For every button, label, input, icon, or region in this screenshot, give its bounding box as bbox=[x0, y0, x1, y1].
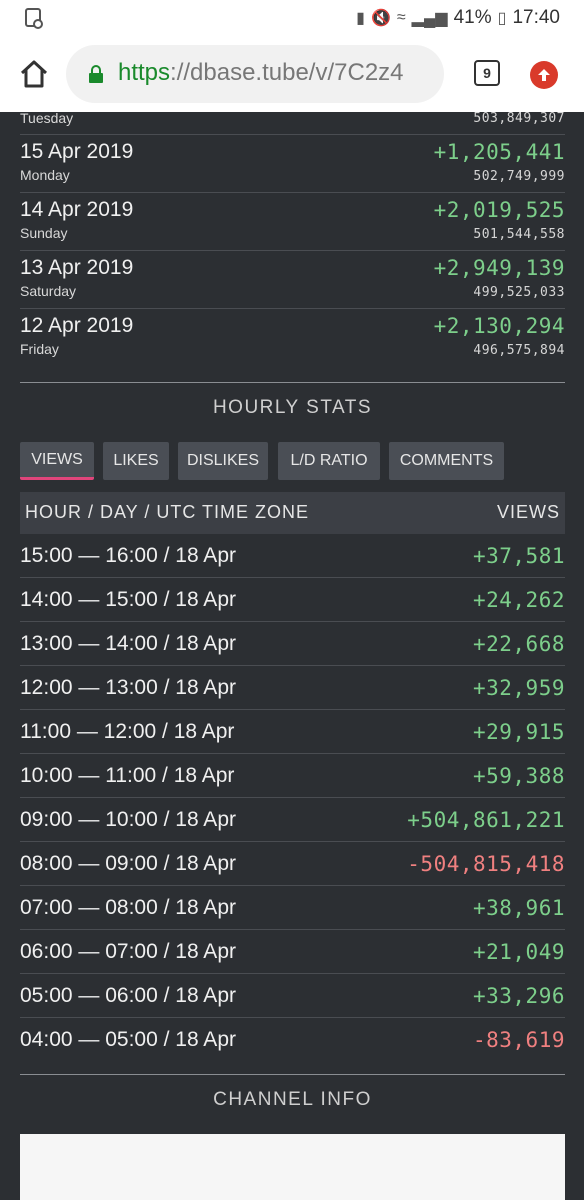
table-row: 08:00 — 09:00 / 18 Apr -504,815,418 bbox=[20, 842, 565, 886]
hour-label: 06:00 — 07:00 / 18 Apr bbox=[20, 940, 236, 963]
page-content: Tuesday 503,849,307 15 Apr 2019 Monday +… bbox=[0, 112, 584, 1200]
hour-views: +21,049 bbox=[472, 940, 565, 964]
daily-day: Tuesday bbox=[20, 112, 74, 126]
hour-label: 05:00 — 06:00 / 18 Apr bbox=[20, 984, 236, 1007]
daily-delta: +2,019,525 bbox=[433, 198, 565, 222]
table-row: 10:00 — 11:00 / 18 Apr +59,388 bbox=[20, 754, 565, 798]
daily-total: 501,544,558 bbox=[473, 227, 565, 242]
table-row: 11:00 — 12:00 / 18 Apr +29,915 bbox=[20, 710, 565, 754]
daily-row: 13 Apr 2019 Saturday +2,949,139 499,525,… bbox=[20, 251, 565, 309]
daily-day: Monday bbox=[20, 167, 70, 183]
daily-date: 13 Apr 2019 bbox=[20, 256, 134, 279]
battery-percent: 41% bbox=[453, 7, 492, 28]
url-path: ://dbase.tube/v/7C2z4 bbox=[170, 59, 404, 86]
wifi-icon: ≈ bbox=[396, 9, 406, 26]
column-header-views: VIEWS bbox=[496, 502, 560, 522]
hour-views: +33,296 bbox=[472, 984, 565, 1008]
hour-views: +22,668 bbox=[472, 632, 565, 656]
hour-views: +37,581 bbox=[472, 544, 565, 568]
hour-label: 07:00 — 08:00 / 18 Apr bbox=[20, 896, 236, 919]
clock: 17:40 bbox=[512, 7, 560, 28]
hour-label: 15:00 — 16:00 / 18 Apr bbox=[20, 544, 236, 567]
battery-icon: ▯ bbox=[497, 10, 507, 27]
daily-day: Saturday bbox=[20, 283, 77, 299]
daily-date: 12 Apr 2019 bbox=[20, 314, 134, 337]
status-bar: ▮ 🔇 ≈ ▂▄▆ 41% ▯ 17:40 bbox=[0, 0, 584, 36]
tab-views[interactable]: VIEWS bbox=[20, 442, 94, 480]
daily-date: 14 Apr 2019 bbox=[20, 198, 134, 221]
daily-row: 12 Apr 2019 Friday +2,130,294 496,575,89… bbox=[20, 309, 565, 367]
signal-icon: ▂▄▆ bbox=[411, 10, 448, 27]
battery-saver-icon: ▮ bbox=[356, 10, 365, 27]
daily-row: 14 Apr 2019 Sunday +2,019,525 501,544,55… bbox=[20, 193, 565, 251]
hour-label: 11:00 — 12:00 / 18 Apr bbox=[20, 720, 235, 743]
table-row: 09:00 — 10:00 / 18 Apr +504,861,221 bbox=[20, 798, 565, 842]
hour-views: -83,619 bbox=[472, 1028, 565, 1052]
table-row: 07:00 — 08:00 / 18 Apr +38,961 bbox=[20, 886, 565, 930]
hour-label: 13:00 — 14:00 / 18 Apr bbox=[20, 632, 236, 655]
daily-total: 496,575,894 bbox=[473, 343, 565, 358]
hour-views: +38,961 bbox=[472, 896, 565, 920]
daily-row: 15 Apr 2019 Monday +1,205,441 502,749,99… bbox=[20, 135, 565, 193]
hour-views: +32,959 bbox=[472, 676, 565, 700]
table-row: 06:00 — 07:00 / 18 Apr +21,049 bbox=[20, 930, 565, 974]
home-icon[interactable] bbox=[18, 58, 50, 90]
channel-banner-image bbox=[20, 1134, 565, 1200]
hour-label: 04:00 — 05:00 / 18 Apr bbox=[20, 1028, 236, 1051]
hour-views: -504,815,418 bbox=[407, 852, 565, 876]
daily-delta: +2,130,294 bbox=[433, 314, 565, 338]
mute-icon: 🔇 bbox=[370, 10, 391, 27]
tab-ld-ratio[interactable]: L/D RATIO bbox=[278, 442, 380, 480]
lock-icon bbox=[89, 65, 103, 83]
tab-dislikes[interactable]: DISLIKES bbox=[178, 442, 268, 480]
daily-row: Tuesday 503,849,307 bbox=[20, 112, 565, 135]
image-notification-icon bbox=[25, 8, 43, 29]
daily-total: 502,749,999 bbox=[473, 169, 565, 184]
url-scheme: https bbox=[118, 59, 171, 86]
table-row: 14:00 — 15:00 / 18 Apr +24,262 bbox=[20, 578, 565, 622]
table-row: 15:00 — 16:00 / 18 Apr +37,581 bbox=[20, 534, 565, 578]
table-row: 13:00 — 14:00 / 18 Apr +22,668 bbox=[20, 622, 565, 666]
daily-total: 503,849,307 bbox=[473, 112, 565, 126]
hour-label: 09:00 — 10:00 / 18 Apr bbox=[20, 808, 236, 831]
hour-label: 14:00 — 15:00 / 18 Apr bbox=[20, 588, 236, 611]
arrow-up-icon bbox=[538, 69, 550, 81]
stats-tabs: VIEWS LIKES DISLIKES L/D RATIO COMMENTS bbox=[20, 442, 565, 482]
hour-views: +24,262 bbox=[472, 588, 565, 612]
table-row: 12:00 — 13:00 / 18 Apr +32,959 bbox=[20, 666, 565, 710]
update-icon[interactable] bbox=[530, 61, 558, 89]
daily-day: Friday bbox=[20, 341, 59, 357]
hour-views: +504,861,221 bbox=[407, 808, 565, 832]
tab-likes[interactable]: LIKES bbox=[103, 442, 169, 480]
hour-views: +59,388 bbox=[472, 764, 565, 788]
url-text[interactable]: https://dbase.tube/v/7C2z4 bbox=[118, 59, 404, 87]
daily-day: Sunday bbox=[20, 225, 68, 241]
daily-delta: +1,205,441 bbox=[433, 140, 565, 164]
tab-switcher-icon[interactable]: 9 bbox=[474, 60, 500, 86]
hour-label: 10:00 — 11:00 / 18 Apr bbox=[20, 764, 235, 787]
daily-delta: +2,949,139 bbox=[433, 256, 565, 280]
daily-date: 15 Apr 2019 bbox=[20, 140, 134, 163]
address-bar[interactable]: https://dbase.tube/v/7C2z4 bbox=[66, 45, 444, 103]
daily-total: 499,525,033 bbox=[473, 285, 565, 300]
column-header-hour: HOUR / DAY / UTC TIME ZONE bbox=[25, 502, 310, 522]
table-header: HOUR / DAY / UTC TIME ZONE VIEWS bbox=[20, 492, 565, 534]
channel-info-title: CHANNEL INFO bbox=[20, 1074, 565, 1118]
hour-label: 08:00 — 09:00 / 18 Apr bbox=[20, 852, 236, 875]
hourly-stats-title: HOURLY STATS bbox=[20, 382, 565, 422]
tab-count: 9 bbox=[483, 65, 491, 81]
hour-views: +29,915 bbox=[472, 720, 565, 744]
browser-toolbar: https://dbase.tube/v/7C2z4 9 bbox=[0, 36, 584, 112]
tab-comments[interactable]: COMMENTS bbox=[389, 442, 504, 480]
table-row: 05:00 — 06:00 / 18 Apr +33,296 bbox=[20, 974, 565, 1018]
table-row: 04:00 — 05:00 / 18 Apr -83,619 bbox=[20, 1018, 565, 1062]
hour-label: 12:00 — 13:00 / 18 Apr bbox=[20, 676, 236, 699]
